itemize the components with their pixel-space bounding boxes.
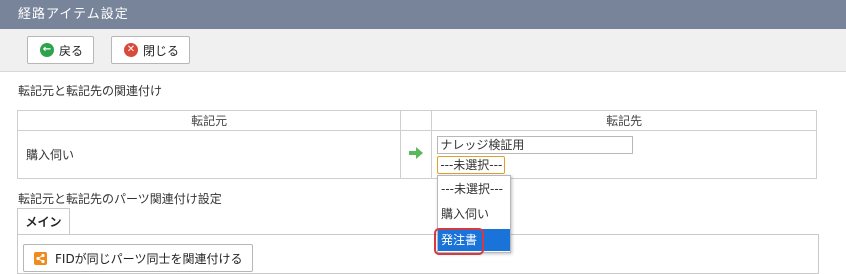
mapping-section-label: 転記元と転記先の関連付け	[18, 84, 163, 98]
mapping-table: 転記元 転記先 購入伺い ナレッジ検証用 ---未選択---	[16, 110, 817, 179]
parts-section-label: 転記元と転記先のパーツ関連付け設定	[18, 192, 222, 206]
link-same-fid-button[interactable]: FIDが同じパーツ同士を関連付ける	[23, 244, 254, 272]
target-cell: ナレッジ検証用 ---未選択---	[431, 130, 817, 179]
link-same-fid-label: FIDが同じパーツ同士を関連付ける	[55, 251, 243, 266]
dropdown-option[interactable]: 購入伺い	[438, 203, 510, 225]
close-button-label: 閉じる	[143, 43, 180, 58]
target-input[interactable]: ナレッジ検証用	[437, 135, 634, 154]
share-icon	[34, 251, 47, 265]
toolbar: ← 戻る ✕ 閉じる	[0, 29, 846, 72]
parts-panel: FIDが同じパーツ同士を関連付ける	[17, 234, 819, 274]
arrow-left-icon: ←	[40, 43, 54, 57]
arrow-right-icon	[409, 147, 424, 159]
highlight-box	[434, 228, 484, 255]
target-header: 転記先	[431, 110, 817, 131]
back-button[interactable]: ← 戻る	[27, 36, 95, 64]
window-title: 経路アイテム設定	[0, 0, 846, 29]
source-cell: 購入伺い	[16, 130, 402, 179]
target-select[interactable]: ---未選択---	[437, 155, 506, 174]
close-button[interactable]: ✕ 閉じる	[111, 36, 191, 64]
arrow-header	[400, 110, 433, 131]
dropdown-option[interactable]: ---未選択---	[438, 178, 510, 200]
arrow-cell	[400, 130, 433, 179]
close-icon: ✕	[124, 43, 138, 57]
back-button-label: 戻る	[59, 43, 84, 58]
source-header: 転記元	[16, 110, 402, 131]
tab-main[interactable]: メイン	[17, 208, 70, 235]
